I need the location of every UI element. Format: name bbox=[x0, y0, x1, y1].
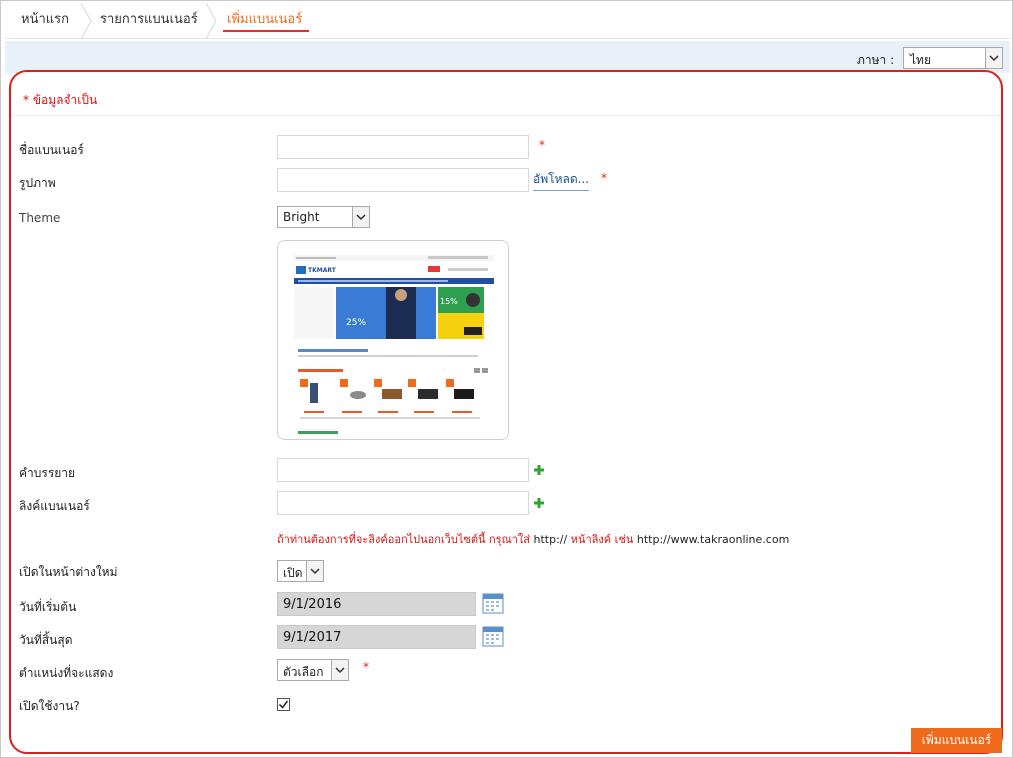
preview-promo-a: 25% bbox=[346, 318, 366, 328]
active-label: เปิดใช้งาน? bbox=[19, 699, 80, 713]
chevron-down-icon[interactable] bbox=[331, 660, 348, 680]
breadcrumb-separator-icon bbox=[205, 3, 217, 39]
language-select[interactable]: ไทย bbox=[903, 47, 1003, 69]
breadcrumb-current: เพิ่มแบนเนอร์ bbox=[227, 12, 303, 27]
required-star: * bbox=[601, 171, 607, 185]
checkmark-icon bbox=[278, 700, 289, 709]
start-date-value: 9/1/2016 bbox=[283, 597, 342, 612]
language-bar: ภาษา : ไทย bbox=[5, 41, 1010, 73]
banner-link-label: ลิงค์แบนเนอร์ bbox=[19, 499, 90, 513]
calendar-icon[interactable] bbox=[482, 625, 504, 647]
chevron-down-icon[interactable] bbox=[352, 207, 369, 227]
breadcrumb-active-underline bbox=[223, 30, 309, 32]
banner-name-input[interactable] bbox=[277, 135, 529, 159]
link-hint-text-a: ถ้าท่านต้องการที่จะลิงค์ออกไปนอกเว็บไซต์… bbox=[277, 533, 534, 546]
breadcrumb-banner-list[interactable]: รายการแบนเนอร์ bbox=[100, 3, 198, 39]
add-plus-icon[interactable] bbox=[534, 465, 544, 475]
theme-label: Theme bbox=[19, 211, 61, 225]
end-date-value: 9/1/2017 bbox=[283, 630, 342, 645]
breadcrumb: หน้าแรก รายการแบนเนอร์ เพิ่มแบนเนอร์ bbox=[5, 3, 1010, 39]
preview-promo-b: 15% bbox=[440, 297, 458, 306]
required-star: * bbox=[363, 660, 369, 674]
add-banner-button[interactable]: เพิ่มแบนเนอร์ bbox=[911, 728, 1002, 753]
breadcrumb-home[interactable]: หน้าแรก bbox=[21, 3, 69, 39]
theme-select[interactable]: Bright bbox=[277, 206, 370, 228]
position-select[interactable]: ตัวเลือก bbox=[277, 659, 349, 681]
description-input[interactable] bbox=[277, 458, 529, 482]
image-label: รูปภาพ bbox=[19, 176, 56, 190]
upload-button[interactable]: อัพโหลด... bbox=[533, 170, 590, 191]
chevron-down-icon[interactable] bbox=[985, 48, 1002, 68]
position-label: ตำแหน่งที่จะแสดง bbox=[19, 666, 114, 680]
link-hint: ถ้าท่านต้องการที่จะลิงค์ออกไปนอกเว็บไซต์… bbox=[277, 530, 789, 548]
new-window-label: เปิดในหน้าต่างใหม่ bbox=[19, 565, 118, 579]
required-star: * bbox=[539, 138, 545, 152]
new-window-select-value: เปิด bbox=[283, 566, 303, 580]
start-date-label: วันที่เริ่มต้น bbox=[19, 600, 77, 614]
start-date-input[interactable]: 9/1/2016 bbox=[277, 592, 476, 616]
link-hint-example: http://www.takraonline.com bbox=[636, 533, 790, 546]
link-hint-text-c: หน้าลิงค์ เช่น bbox=[567, 533, 637, 546]
link-hint-protocol: http:// bbox=[533, 533, 568, 546]
page-frame: หน้าแรก รายการแบนเนอร์ เพิ่มแบนเนอร์ ภาษ… bbox=[0, 0, 1013, 758]
breadcrumb-separator-icon bbox=[80, 3, 92, 39]
preview-brand: TKMART bbox=[308, 267, 337, 274]
theme-select-value: Bright bbox=[283, 210, 320, 224]
image-path-input[interactable] bbox=[277, 168, 529, 192]
end-date-input[interactable]: 9/1/2017 bbox=[277, 625, 476, 649]
language-select-value: ไทย bbox=[910, 53, 931, 67]
end-date-label: วันที่สิ้นสุด bbox=[19, 633, 73, 647]
add-plus-icon[interactable] bbox=[534, 498, 544, 508]
required-note: * ข้อมูลจำเป็น bbox=[23, 93, 98, 107]
chevron-down-icon[interactable] bbox=[306, 561, 323, 581]
theme-preview-image: TKMART 25% 15% bbox=[277, 240, 509, 440]
theme-preview-illustration: TKMART 25% 15% bbox=[278, 241, 508, 439]
panel-divider bbox=[11, 115, 1001, 116]
active-checkbox[interactable] bbox=[277, 698, 290, 711]
banner-form-panel: * ข้อมูลจำเป็น ชื่อแบนเนอร์ * รูปภาพ อัพ… bbox=[9, 70, 1003, 754]
new-window-select[interactable]: เปิด bbox=[277, 560, 324, 582]
language-label: ภาษา : bbox=[857, 53, 895, 67]
banner-name-label: ชื่อแบนเนอร์ bbox=[19, 143, 84, 157]
calendar-icon[interactable] bbox=[482, 592, 504, 614]
description-label: คำบรรยาย bbox=[19, 466, 76, 480]
position-select-value: ตัวเลือก bbox=[283, 665, 324, 679]
banner-link-input[interactable] bbox=[277, 491, 529, 515]
